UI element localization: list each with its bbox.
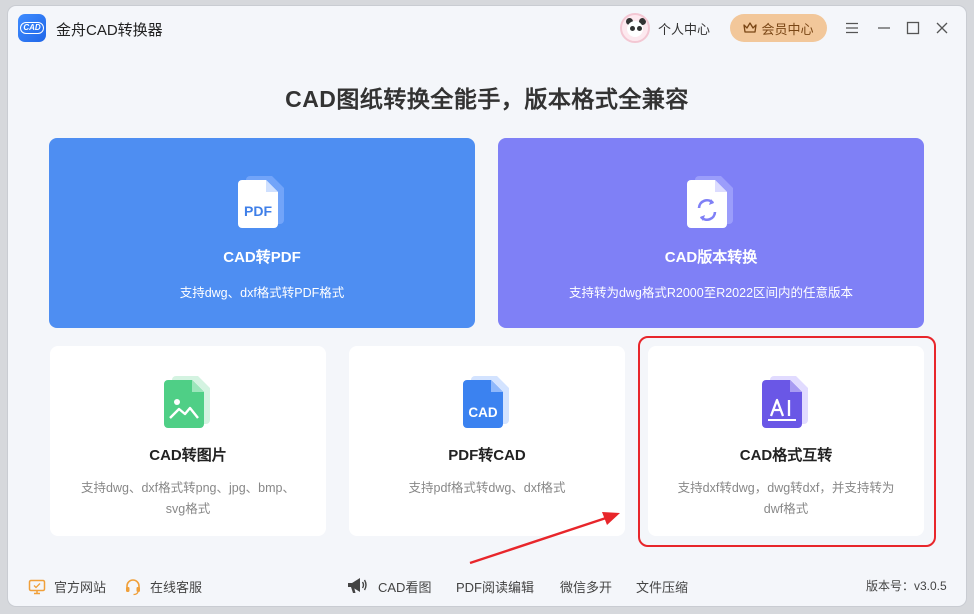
svg-text:PDF: PDF [244, 203, 272, 219]
card-title: PDF转CAD [448, 447, 526, 464]
megaphone-icon [348, 578, 367, 593]
card-description: 支持pdf格式转dwg、dxf格式 [408, 481, 566, 495]
cad-to-image-card[interactable]: CAD转图片 支持dwg、dxf格式转png、jpg、bmp、svg格式 [50, 346, 326, 536]
online-support-label: 在线客服 [150, 580, 203, 595]
monitor-icon [28, 579, 46, 594]
app-window: CAD 金舟CAD转换器 个人中心 会员中心 CAD图纸转换全能手，版本格式全兼… [8, 6, 966, 606]
vip-center-button[interactable]: 会员中心 [730, 14, 827, 42]
user-center-label: 个人中心 [658, 21, 711, 37]
pdf-file-icon: PDF [236, 172, 288, 228]
card-description: 支持转为dwg格式R2000至R2022区间内的任意版本 [568, 286, 854, 300]
card-title: CAD格式互转 [739, 447, 833, 464]
format-convert-icon [760, 372, 812, 428]
arrow-annotation-icon [469, 512, 620, 565]
crown-icon [743, 22, 758, 33]
app-title: 金舟CAD转换器 [56, 22, 163, 39]
maximize-icon[interactable] [903, 18, 923, 38]
minimize-icon[interactable] [874, 18, 894, 38]
menu-icon[interactable] [842, 18, 862, 38]
official-website-label: 官方网站 [54, 580, 107, 595]
official-website-link[interactable]: 官方网站 [28, 577, 106, 596]
title-bar: CAD 金舟CAD转换器 个人中心 会员中心 [8, 6, 966, 50]
app-logo-icon: CAD [18, 14, 46, 42]
pdf-editor-link[interactable]: PDF阅读编辑 [456, 577, 534, 596]
cad-to-pdf-card[interactable]: PDF CAD转PDF 支持dwg、dxf格式转PDF格式 [49, 138, 475, 328]
cad-viewer-link[interactable]: CAD看图 [378, 577, 431, 596]
card-description: 支持dxf转dwg，dwg转dxf，并支持转为dwf格式 [677, 481, 895, 516]
headset-icon [126, 578, 140, 595]
user-center-button[interactable]: 个人中心 [620, 12, 710, 44]
card-description: 支持dwg、dxf格式转PDF格式 [179, 286, 345, 300]
card-title: CAD转PDF [223, 249, 301, 266]
cad-file-icon: CAD [461, 372, 513, 428]
card-title: CAD转图片 [149, 447, 227, 464]
svg-text:CAD: CAD [468, 405, 497, 420]
card-title: CAD版本转换 [664, 249, 758, 266]
cad-format-convert-card[interactable]: CAD格式互转 支持dxf转dwg，dwg转dxf，并支持转为dwf格式 [648, 346, 924, 536]
wechat-multi-link[interactable]: 微信多开 [560, 577, 612, 596]
cad-version-convert-card[interactable]: CAD版本转换 支持转为dwg格式R2000至R2022区间内的任意版本 [498, 138, 924, 328]
page-title: CAD图纸转换全能手，版本格式全兼容 [285, 86, 689, 112]
image-file-icon [162, 372, 214, 428]
card-description: 支持dwg、dxf格式转png、jpg、bmp、svg格式 [81, 481, 295, 516]
version-convert-icon [685, 172, 737, 228]
version-label: 版本号：v3.0.5 [866, 579, 947, 593]
vip-center-label: 会员中心 [761, 21, 814, 37]
close-icon[interactable] [932, 18, 952, 38]
file-compress-link[interactable]: 文件压缩 [636, 577, 688, 596]
footer: 官方网站 在线客服 CAD看图 PDF阅读编辑 微信多开 文件压缩 版本号：v3… [8, 572, 966, 600]
online-support-link[interactable]: 在线客服 [124, 577, 202, 596]
avatar [620, 13, 650, 43]
